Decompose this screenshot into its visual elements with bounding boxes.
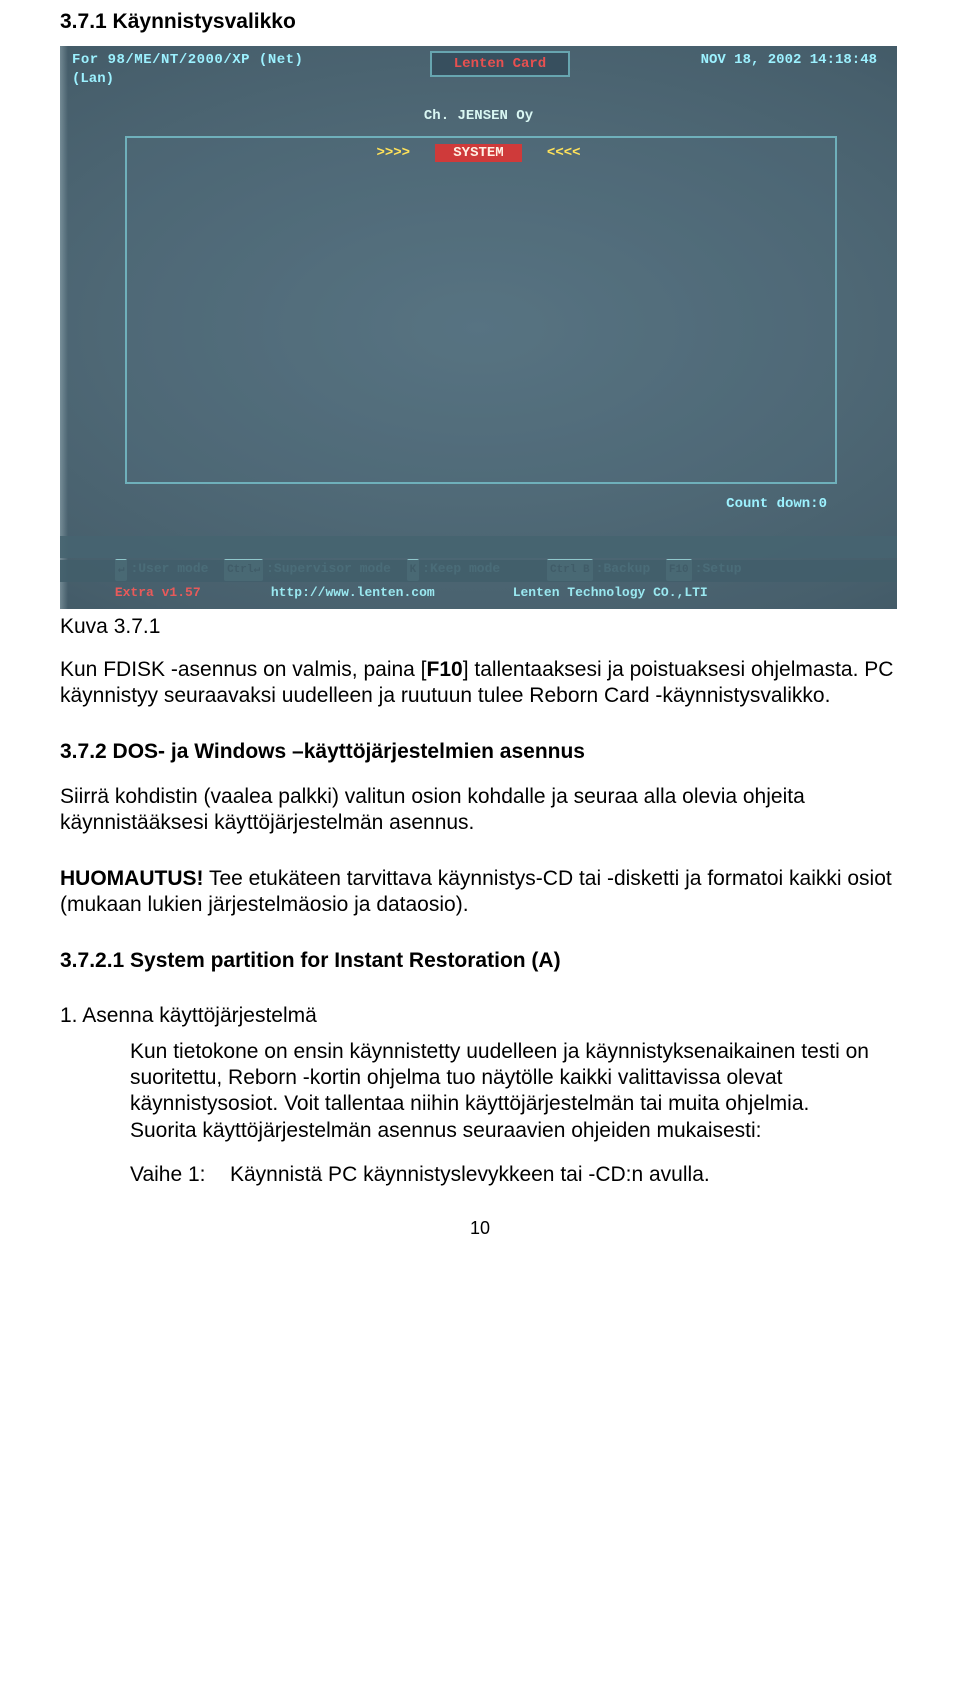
footer-company: Lenten Technology CO.,LTI — [513, 585, 708, 600]
indent-text: Kun tietokone on ensin käynnistetty uude… — [130, 1040, 869, 1142]
step-row-1: Vaihe 1: Käynnistä PC käynnistyslevykkee… — [130, 1162, 880, 1188]
para1-a: Kun FDISK -asennus on valmis, paina [ — [60, 658, 427, 681]
system-pill: SYSTEM — [435, 144, 521, 162]
shot-footer1: ↵:User mode Ctrl↵:Supervisor mode K:Keep… — [60, 536, 897, 558]
note-label: HUOMAUTUS! — [60, 867, 203, 890]
shot-footer2: Extra v1.57 http://www.lenten.com Lenten… — [60, 560, 897, 582]
indent-paragraph: Kun tietokone on ensin käynnistetty uude… — [130, 1039, 880, 1188]
shot-title-box: Lenten Card — [430, 51, 570, 77]
arrows-right-icon: <<<< — [547, 145, 581, 161]
note-line: HUOMAUTUS! Tee etukäteen tarvittava käyn… — [60, 866, 900, 919]
arrows-left-icon: >>>> — [376, 145, 410, 161]
screenshot-edge — [60, 46, 68, 609]
shot-system-row: >>>> SYSTEM <<<< — [60, 144, 897, 162]
paragraph-1: Kun FDISK -asennus on valmis, paina [F10… — [60, 657, 900, 710]
shot-main-box — [125, 136, 837, 484]
section-371-title: 3.7.1 Käynnistysvalikko — [60, 10, 900, 34]
page-number: 10 — [60, 1218, 900, 1239]
footer-url: http://www.lenten.com — [271, 585, 435, 600]
section-372-title: 3.7.2 DOS- ja Windows –käyttöjärjestelmi… — [60, 740, 900, 764]
step1-text: Käynnistä PC käynnistyslevykkeen tai -CD… — [230, 1162, 710, 1188]
shot-datetime: NOV 18, 2002 14:18:48 — [701, 52, 877, 68]
paragraph-2: Siirrä kohdistin (vaalea palkki) valitun… — [60, 784, 900, 837]
para1-key: F10 — [427, 658, 463, 681]
step1-label: Vaihe 1: — [130, 1162, 230, 1188]
shot-countdown: Count down:0 — [726, 496, 827, 512]
footer-extra: Extra v1.57 — [115, 585, 201, 600]
figure-caption: Kuva 3.7.1 — [60, 615, 900, 639]
screenshot-boot-menu: For 98/ME/NT/2000/XP (Net) (Lan) NOV 18,… — [60, 46, 897, 609]
shot-subtitle: Ch. JENSEN Oy — [60, 108, 897, 124]
shot-line1: For 98/ME/NT/2000/XP (Net) — [72, 52, 303, 68]
shot-line2: (Lan) — [72, 71, 114, 87]
section-3721-title: 3.7.2.1 System partition for Instant Res… — [60, 949, 900, 973]
list-item-1: 1. Asenna käyttöjärjestelmä — [60, 1003, 900, 1029]
